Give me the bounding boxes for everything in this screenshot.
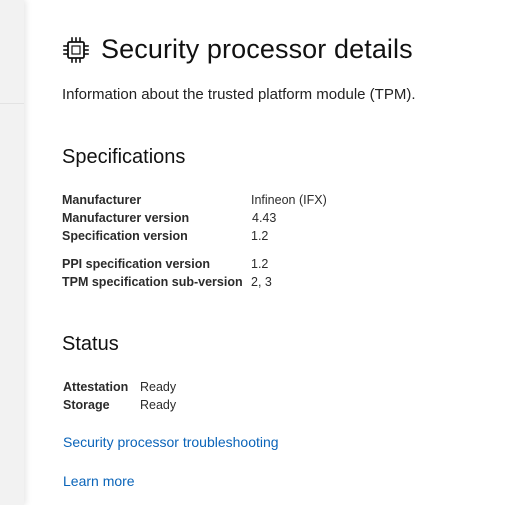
specifications-heading: Specifications	[62, 146, 186, 168]
spec-label: TPM specification sub-version	[62, 275, 243, 289]
spec-value: 4.43	[252, 211, 277, 225]
spec-value: 2, 3	[251, 275, 272, 289]
troubleshooting-link[interactable]: Security processor troubleshooting	[63, 434, 279, 450]
page-title: Security processor details	[101, 34, 413, 64]
processor-chip-icon	[63, 36, 89, 63]
status-label: Attestation	[63, 380, 129, 394]
page-subtitle: Information about the trusted platform m…	[62, 86, 416, 103]
status-value: Ready	[140, 398, 177, 412]
navigation-pane-edge	[0, 0, 24, 505]
page-header: Security processor details	[62, 34, 413, 65]
status-heading: Status	[62, 333, 119, 355]
spec-label: Manufacturer version	[62, 211, 190, 225]
spec-label: Manufacturer	[62, 193, 142, 207]
main-content: Security processor details Information a…	[62, 0, 532, 505]
spec-label: Specification version	[62, 229, 188, 243]
learn-more-link[interactable]: Learn more	[63, 473, 135, 489]
spec-value: Infineon (IFX)	[251, 193, 327, 207]
navigation-divider	[0, 103, 24, 104]
status-label: Storage	[63, 398, 110, 412]
status-value: Ready	[140, 380, 177, 394]
spec-value: 1.2	[251, 229, 269, 243]
spec-value: 1.2	[251, 257, 269, 271]
spec-label: PPI specification version	[62, 257, 210, 271]
